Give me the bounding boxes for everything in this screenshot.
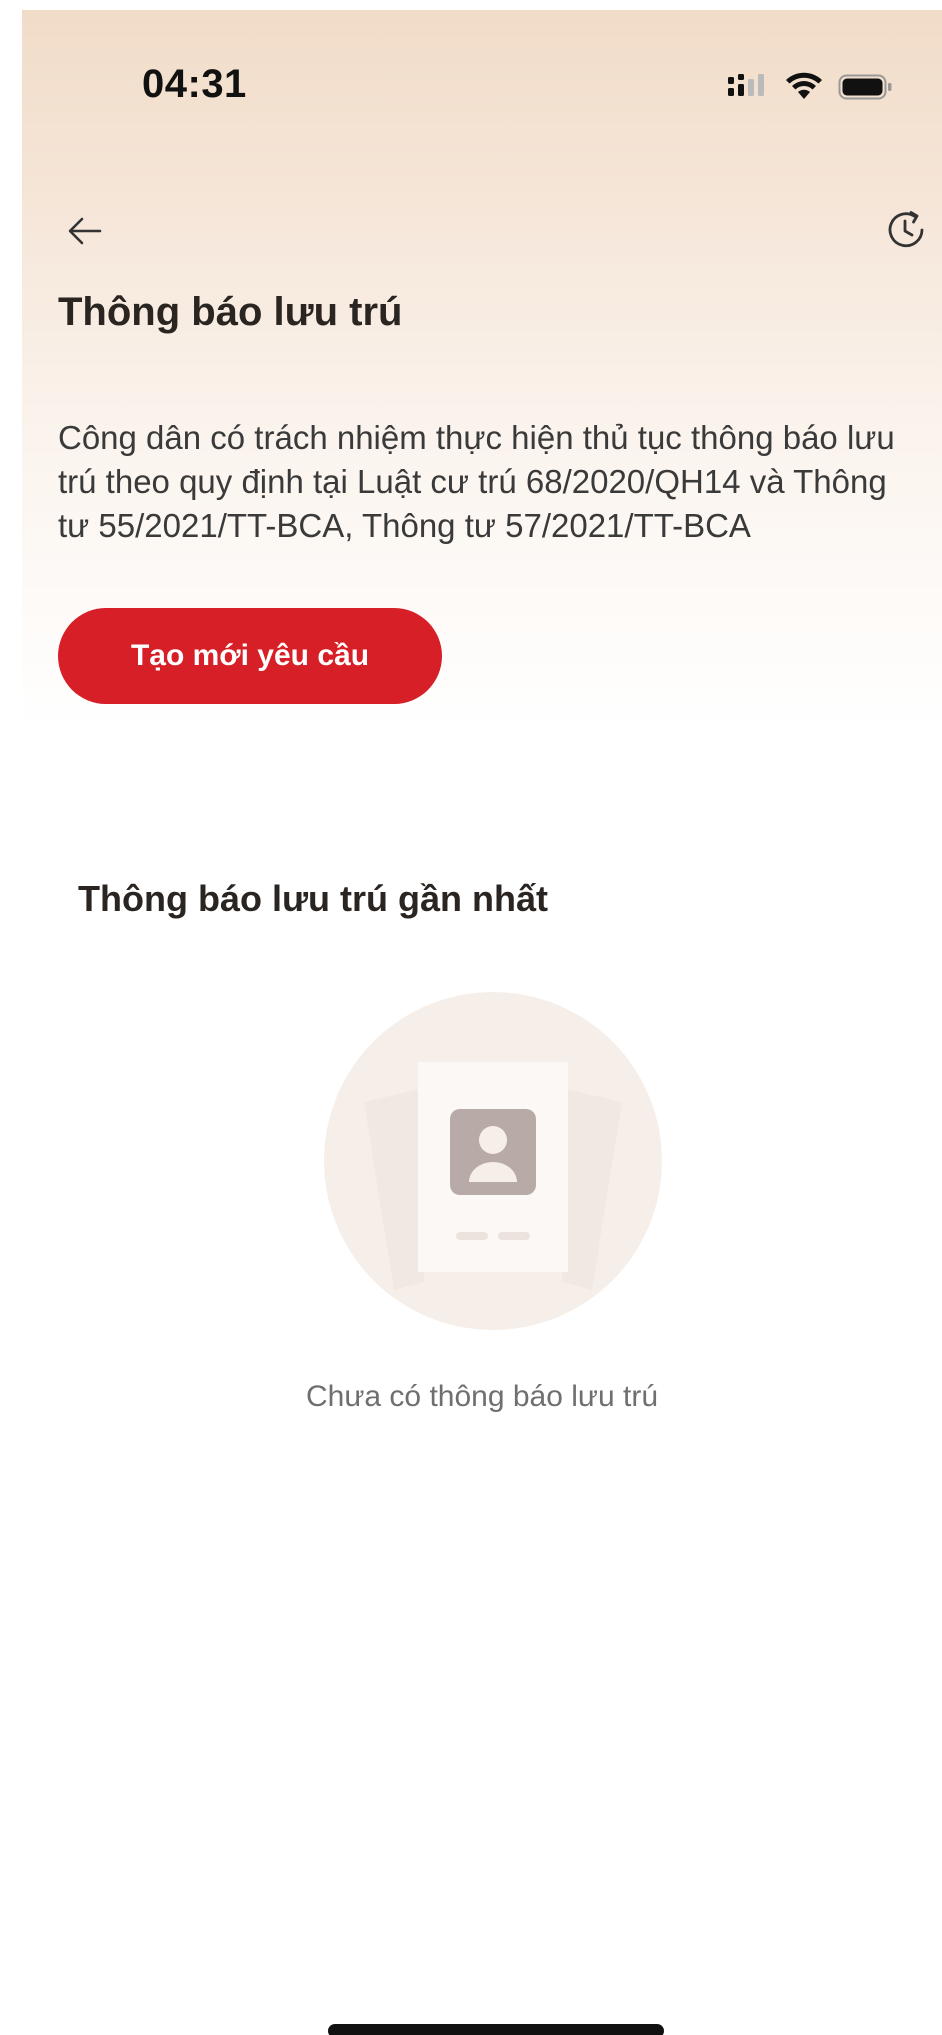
back-button[interactable] <box>60 208 110 258</box>
empty-state-message: Chưa có thông báo lưu trú <box>305 1380 659 1413</box>
page-description: Công dân có trách nhiệm thực hiện thủ tụ… <box>58 419 895 544</box>
page-title: Thông báo lưu trú <box>58 290 403 334</box>
nav-header <box>22 200 942 270</box>
empty-document-person-icon <box>324 992 662 1330</box>
arrow-left-icon <box>67 216 103 251</box>
clock-history-icon <box>882 206 930 259</box>
wifi-icon <box>784 72 824 107</box>
app-screen: 04:31 Thông báo lưu trú Công dân có trác… <box>22 10 942 2035</box>
home-indicator[interactable] <box>328 2024 664 2035</box>
status-bar: 04:31 <box>22 10 942 140</box>
status-icons <box>726 72 894 107</box>
recent-section-title: Thông báo lưu trú gần nhất <box>78 878 549 919</box>
create-request-button[interactable]: Tạo mới yêu cầu <box>58 608 442 704</box>
history-button[interactable] <box>878 204 934 260</box>
battery-icon <box>838 72 894 107</box>
status-time: 04:31 <box>142 62 247 106</box>
cellular-signal-icon <box>726 72 770 107</box>
